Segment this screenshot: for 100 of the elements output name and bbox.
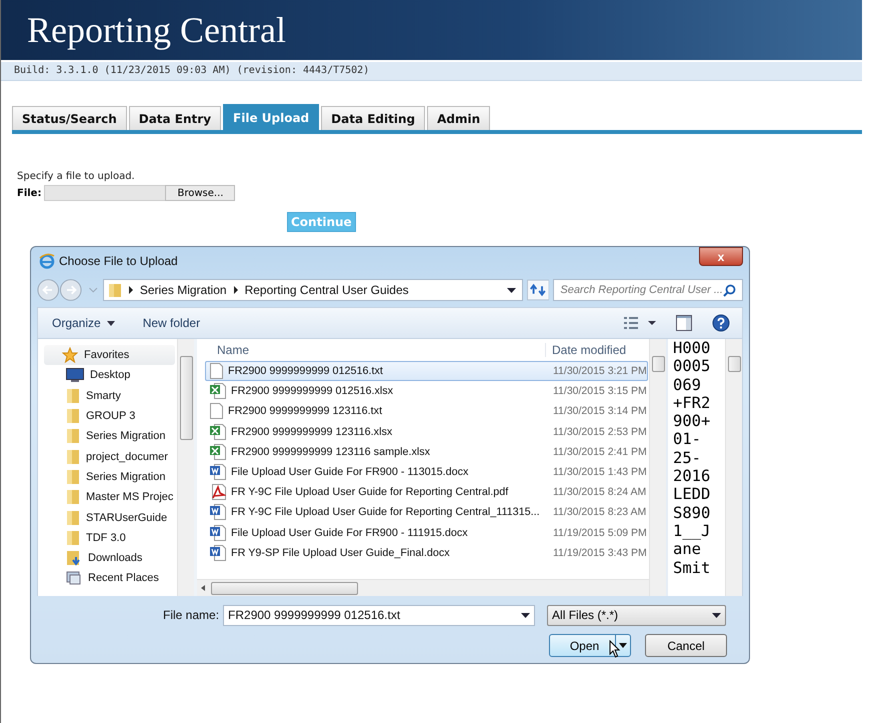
preview-text-line: 01-	[673, 430, 702, 449]
chevron-icon	[232, 286, 239, 294]
preview-text-line: Smit	[673, 558, 712, 577]
scrollbar-thumb[interactable]	[180, 356, 193, 440]
file-type-dropdown[interactable]: All Files (*.*)	[547, 604, 726, 626]
refresh-icon[interactable]	[526, 279, 550, 301]
preview-text-line: 1__J	[673, 522, 712, 540]
date-modified: 11/30/2015 1:43 PM	[553, 466, 647, 478]
help-icon[interactable]	[712, 314, 730, 332]
folder-icon	[66, 468, 80, 485]
search-field[interactable]: Search Reporting Central User ...	[553, 279, 743, 301]
sidebar-item[interactable]: Series Migration	[38, 426, 177, 446]
dropdown-arrow-icon[interactable]	[521, 612, 530, 618]
back-forward-icon[interactable]	[37, 278, 99, 302]
file-row[interactable]: FR Y9-SP File Upload User Guide_Final.docx 11/19/2015 3:43 PM	[205, 542, 648, 563]
spreadsheet-icon	[210, 424, 226, 440]
file-name: File Upload User Guide For FR900 - 113015.docx	[231, 466, 468, 478]
file-name: FR Y-9C File Upload User Guide for Reporting Central.pdf	[231, 486, 508, 498]
file-label: File:	[17, 188, 42, 198]
scrollbar-thumb[interactable]	[211, 582, 358, 594]
file-row[interactable]: FR2900 9999999999 012516.txt 11/30/2015 3:21 PM	[205, 361, 648, 382]
sidebar-item[interactable]: Master MS Projec	[38, 487, 177, 508]
preview-text-line: 900+	[673, 412, 712, 430]
file-name: File Upload User Guide For FR900 - 111915.docx	[231, 526, 468, 539]
file-row[interactable]: FR Y-9C File Upload User Guide for Reporting Central_111315... 11/30/2015 8:23 AM	[205, 502, 648, 522]
sidebar-item[interactable]: STARUserGuide	[38, 507, 177, 528]
build-info: Build: 3.3.1.0 (11/23/2015 09:03 AM) (revision: 4443/T7502)	[1, 62, 862, 81]
date-modified: 11/30/2015 8:24 AM	[553, 486, 647, 498]
pdf-icon	[210, 484, 226, 500]
preview-pane-icon[interactable]	[676, 315, 692, 331]
spreadsheet-icon	[210, 383, 226, 400]
file-row[interactable]: FR2900 9999999999 123116 sample.xlsx 11/30/2015 2:41 PM	[205, 442, 648, 462]
folder-icon	[66, 489, 80, 506]
scrollbar[interactable]	[197, 579, 649, 596]
scrollbar[interactable]	[177, 339, 194, 596]
sidebar-item[interactable]: Series Migration	[38, 466, 177, 488]
scrollbar-thumb[interactable]	[728, 356, 741, 372]
monitor-icon	[66, 368, 84, 382]
sidebar-item[interactable]: Recent Places	[38, 568, 177, 589]
dropdown-arrow-icon[interactable]	[506, 288, 516, 292]
breadcrumb-item[interactable]: Reporting Central User Guides	[244, 283, 409, 297]
file-name: FR Y9-SP File Upload User Guide_Final.docx	[231, 546, 450, 559]
scrollbar[interactable]	[649, 339, 666, 596]
tab[interactable]: Admin	[427, 106, 490, 130]
folder-icon	[66, 408, 80, 424]
address-bar[interactable]: Series Migration Reporting Central User Guides	[102, 279, 523, 301]
folder-icon	[66, 428, 80, 444]
tab[interactable]: Data Entry	[128, 106, 222, 130]
tab[interactable]: File Upload	[223, 104, 320, 130]
file-row[interactable]: FR2900 9999999999 123116.txt 11/30/2015 3:14 PM	[205, 401, 648, 422]
chevron-icon	[128, 286, 134, 294]
text-file-icon	[210, 403, 223, 420]
file-name: FR Y-9C File Upload User Guide for Reporting Central_111315...	[231, 506, 540, 518]
browse-button[interactable]: Browse...	[165, 185, 236, 201]
caret-icon[interactable]	[106, 320, 115, 326]
file-row[interactable]: FR2900 9999999999 012516.xlsx 11/30/2015 3:15 PM	[205, 381, 648, 402]
folder-icon	[66, 448, 80, 465]
sidebar-item[interactable]: Downloads	[38, 548, 177, 568]
date-modified: 11/19/2015 5:09 PM	[553, 526, 647, 539]
tab[interactable]: Status/Search	[12, 106, 127, 130]
preview-text-line: S890	[673, 504, 712, 522]
scrollbar-thumb[interactable]	[652, 356, 665, 372]
scrollbar[interactable]	[725, 339, 742, 596]
breadcrumb-item[interactable]: Series Migration	[140, 283, 227, 297]
folder-icon	[108, 282, 122, 298]
document-icon	[210, 464, 226, 480]
folder-icon	[66, 510, 80, 526]
text-file-icon	[210, 363, 223, 380]
sidebar-item[interactable]: TDF 3.0	[38, 528, 177, 548]
file-row[interactable]: FR Y-9C File Upload User Guide for Reporting Central.pdf 11/30/2015 8:24 AM	[205, 482, 648, 502]
preview-text-line: +FR2	[673, 394, 712, 412]
new-folder-button[interactable]: New folder	[142, 316, 200, 330]
sidebar-item[interactable]: Smarty	[38, 386, 177, 406]
cancel-button[interactable]: Cancel	[645, 634, 727, 657]
tab[interactable]: Data Editing	[321, 106, 426, 130]
sidebar-item[interactable]: project_documer	[38, 446, 177, 467]
date-modified: 11/30/2015 3:15 PM	[553, 385, 647, 398]
preview-text-line: LEDD	[673, 485, 712, 504]
download-folder-icon	[66, 550, 82, 566]
file-name: FR2900 9999999999 123116.xlsx	[231, 426, 392, 438]
sidebar-item[interactable]: Desktop	[38, 365, 177, 386]
view-options-icon[interactable]	[624, 316, 656, 330]
file-name: FR2900 9999999999 012516.xlsx	[231, 385, 394, 398]
column-header[interactable]: Name	[197, 343, 545, 357]
sidebar-item[interactable]: GROUP 3	[38, 406, 177, 426]
file-name: FR2900 9999999999 123116.txt	[228, 405, 382, 418]
file-row[interactable]: File Upload User Guide For FR900 - 111915.docx 11/19/2015 5:09 PM	[205, 522, 648, 543]
file-row[interactable]: File Upload User Guide For FR900 - 113015.docx 11/30/2015 1:43 PM	[205, 462, 648, 482]
file-name-field[interactable]: FR2900 9999999999 012516.txt	[223, 604, 536, 626]
file-row[interactable]: FR2900 9999999999 123116.xlsx 11/30/2015 2:53 PM	[205, 422, 648, 442]
file-input-field[interactable]	[44, 185, 166, 201]
organize-menu[interactable]: Organize	[52, 316, 101, 330]
document-icon	[210, 544, 226, 561]
close-button[interactable]: x	[699, 247, 743, 266]
open-button[interactable]: Open	[549, 634, 631, 657]
file-name-label: File name:	[163, 608, 220, 622]
preview-text-line: ane	[673, 540, 702, 559]
instruction-text: Specify a file to upload.	[17, 171, 136, 182]
date-modified: 11/30/2015 3:14 PM	[553, 405, 647, 418]
scroll-left-icon[interactable]	[201, 585, 205, 591]
